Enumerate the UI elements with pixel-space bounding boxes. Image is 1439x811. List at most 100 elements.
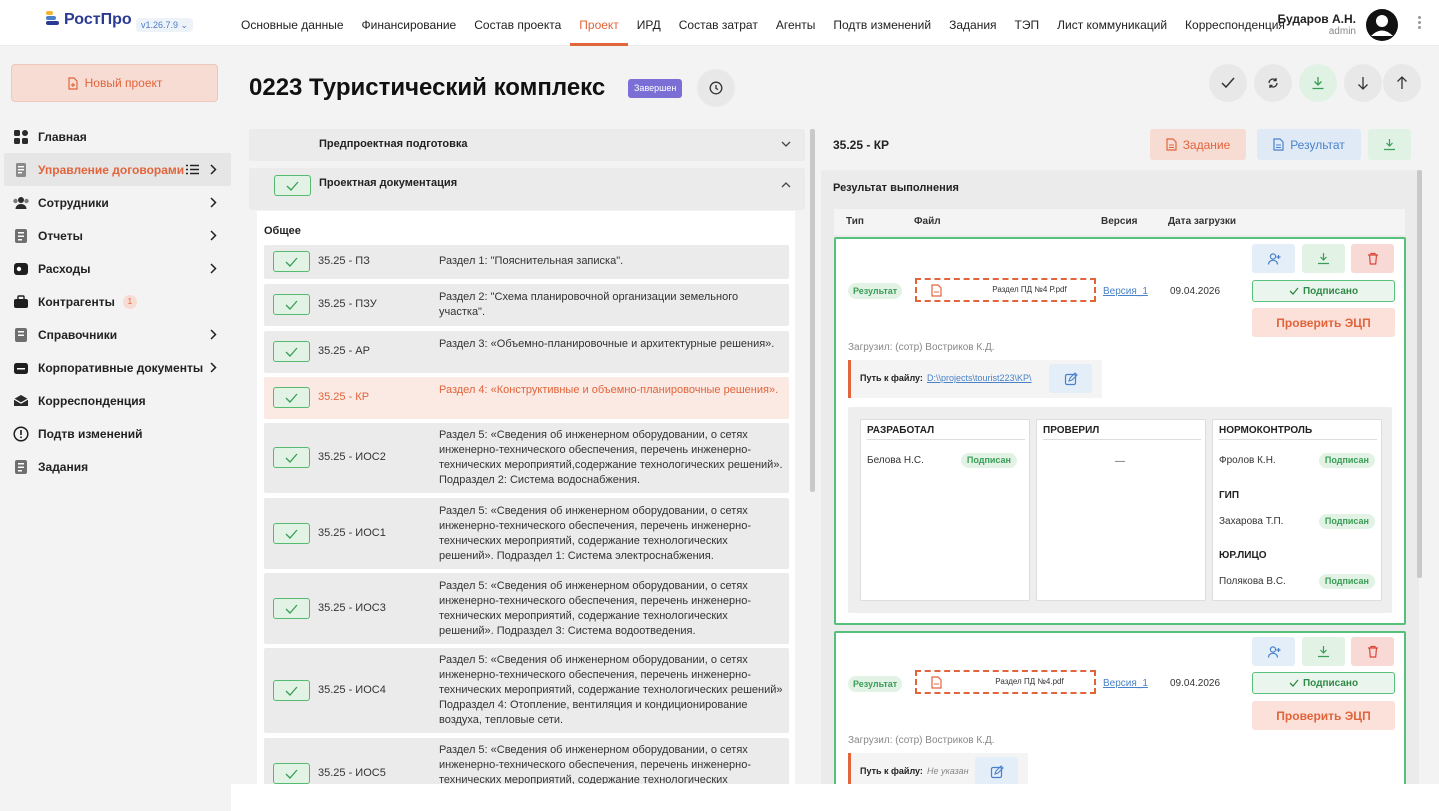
nav-sostav-zatrat[interactable]: Состав затрат (670, 0, 767, 46)
list-item[interactable]: 35.25 - ИОС1 Раздел 5: «Сведения об инже… (264, 498, 789, 569)
list-item[interactable]: 35.25 - ИОС3 Раздел 5: «Сведения об инже… (264, 573, 789, 644)
row-code: 35.25 - ИОС5 (318, 767, 386, 779)
nav-sostav-proekta[interactable]: Состав проекта (465, 0, 570, 46)
sync-button[interactable] (1254, 64, 1292, 102)
list-item[interactable]: 35.25 - ИОС2 Раздел 5: «Сведения об инже… (264, 423, 789, 493)
version-link[interactable]: Версия_1 (1103, 286, 1148, 297)
sidebar-item-podtv-izmeneniy[interactable]: Подтв изменений (4, 417, 231, 450)
move-up-button[interactable] (1383, 64, 1421, 102)
approve-button[interactable] (1209, 64, 1247, 102)
accordion-proektdoc[interactable]: Проектная документация (249, 168, 805, 210)
sidebar-item-sotrudniki[interactable]: Сотрудники (4, 186, 231, 219)
sidebar-item-glavnaya[interactable]: Главная (4, 120, 231, 153)
version-badge[interactable]: v1.26.7.9 ⌄ (136, 18, 194, 32)
download-all-button[interactable] (1299, 64, 1337, 102)
row-check[interactable] (273, 387, 310, 408)
file-attachment[interactable]: Раздел ПД №4.pdf (915, 670, 1096, 694)
download-result-button[interactable] (1368, 129, 1411, 160)
task-button[interactable]: Задание (1150, 129, 1246, 160)
sidebar-item-rashody[interactable]: Расходы (4, 252, 231, 285)
sidebar-item-upravlenie[interactable]: Управление договорами (4, 153, 231, 186)
sidebar-item-otchety[interactable]: Отчеты (4, 219, 231, 252)
empty-signer: — (1115, 456, 1125, 467)
nav-ird[interactable]: ИРД (628, 0, 670, 46)
download-file-button[interactable] (1302, 244, 1345, 273)
signature-heading: ЮР.ЛИЦО (1219, 550, 1267, 561)
check-icon (285, 300, 298, 310)
user-info[interactable]: Бударов А.Н. admin (1277, 12, 1356, 37)
list-item[interactable]: 35.25 - АР Раздел 3: «Объемно-планировоч… (264, 331, 789, 373)
path-label: Путь к файлу: (860, 373, 923, 383)
list-item-selected[interactable]: 35.25 - КР Раздел 4: «Конструктивные и о… (264, 377, 789, 419)
result-scrollbar[interactable] (1417, 170, 1422, 578)
assign-signer-button[interactable] (1252, 244, 1295, 273)
nav-finansirovanie[interactable]: Финансирование (353, 0, 466, 46)
assign-signer-button[interactable] (1252, 637, 1295, 666)
pdf-file-icon (931, 676, 942, 689)
row-check[interactable] (273, 598, 310, 619)
nav-korrespondenciya[interactable]: Корреспонденция (1176, 0, 1294, 46)
nav-podtv-izmeneniy[interactable]: Подтв изменений (824, 0, 940, 46)
logo[interactable]: РостПро (46, 6, 132, 34)
sidebar-item-korp-dokumenty[interactable]: Корпоративные документы (4, 351, 231, 384)
version-link[interactable]: Версия_1 (1103, 678, 1148, 689)
list-item[interactable]: 35.25 - ИОС5 Раздел 5: «Сведения об инже… (264, 738, 789, 784)
row-check[interactable] (273, 251, 310, 272)
chevron-right-icon (210, 263, 217, 274)
side-nav: Главная Управление договорами Сотрудники… (4, 120, 231, 483)
sidebar-item-zadaniya[interactable]: Задания (4, 450, 231, 483)
path-value[interactable]: D:\\projects\tourist223\KP\ (927, 373, 1032, 383)
check-icon (285, 393, 298, 403)
col-type: Тип (846, 216, 864, 227)
report-icon (12, 227, 30, 245)
list-icon[interactable] (186, 164, 199, 175)
delete-file-button[interactable] (1351, 637, 1394, 666)
row-check[interactable] (273, 341, 310, 362)
verify-ecp-button[interactable]: Проверить ЭЦП (1252, 308, 1395, 337)
move-down-button[interactable] (1344, 64, 1382, 102)
signed-status-button[interactable]: Подписано (1252, 280, 1395, 302)
sidebar-item-label: Отчеты (38, 228, 83, 243)
chevron-right-icon (210, 197, 217, 208)
list-item[interactable]: 35.25 - ИОС4 Раздел 5: «Сведения об инже… (264, 648, 789, 733)
list-item[interactable]: 35.25 - ПЗУ Раздел 2: "Схема планировочн… (264, 284, 789, 326)
arrow-down-icon (1358, 77, 1368, 90)
nav-tep[interactable]: ТЭП (1006, 0, 1049, 46)
file-attachment[interactable]: Раздел ПД №4 Р.pdf (915, 278, 1096, 302)
row-check[interactable] (273, 763, 310, 784)
signed-status-button[interactable]: Подписано (1252, 672, 1395, 694)
row-check[interactable] (273, 680, 310, 701)
nav-osnovnye[interactable]: Основные данные (232, 0, 353, 46)
list-item[interactable]: 35.25 - ПЗ Раздел 1: "Пояснительная запи… (264, 245, 789, 279)
signature-heading: ГИП (1219, 490, 1240, 501)
edit-path-button[interactable] (975, 757, 1018, 784)
sidebar-item-label: Задания (38, 459, 89, 474)
avatar[interactable] (1366, 9, 1398, 41)
nav-zadaniya[interactable]: Задания (940, 0, 1005, 46)
col-version: Версия (1101, 216, 1138, 227)
sections-list: Общее 35.25 - ПЗ Раздел 1: "Пояснительна… (257, 211, 795, 784)
more-menu-icon[interactable] (1412, 14, 1426, 32)
new-project-button[interactable]: Новый проект (11, 64, 218, 102)
sidebar-item-kontragenty[interactable]: Контрагенты 1 (4, 285, 231, 318)
edit-path-button[interactable] (1049, 364, 1092, 393)
nav-proekt[interactable]: Проект (570, 0, 628, 46)
nav-agenty[interactable]: Агенты (767, 0, 825, 46)
sidebar-item-label: Контрагенты (38, 294, 115, 309)
accordion-predproekt[interactable]: Предпроектная подготовка (249, 129, 805, 161)
file-path-box: Путь к файлу: Не указан (848, 753, 1028, 784)
row-check[interactable] (273, 447, 310, 468)
history-button[interactable] (697, 69, 735, 107)
section-check[interactable] (274, 175, 311, 196)
row-code: 35.25 - КР (318, 391, 370, 403)
sidebar-item-spravochniki[interactable]: Справочники (4, 318, 231, 351)
delete-file-button[interactable] (1351, 244, 1394, 273)
row-check[interactable] (273, 523, 310, 544)
nav-list-kommunikaciy[interactable]: Лист коммуникаций (1048, 0, 1176, 46)
download-file-button[interactable] (1302, 637, 1345, 666)
sidebar-item-korrespondenciya[interactable]: Корреспонденция (4, 384, 231, 417)
verify-ecp-button[interactable]: Проверить ЭЦП (1252, 701, 1395, 730)
result-button[interactable]: Результат (1257, 129, 1361, 160)
sections-scrollbar[interactable] (810, 129, 815, 492)
row-check[interactable] (273, 294, 310, 315)
